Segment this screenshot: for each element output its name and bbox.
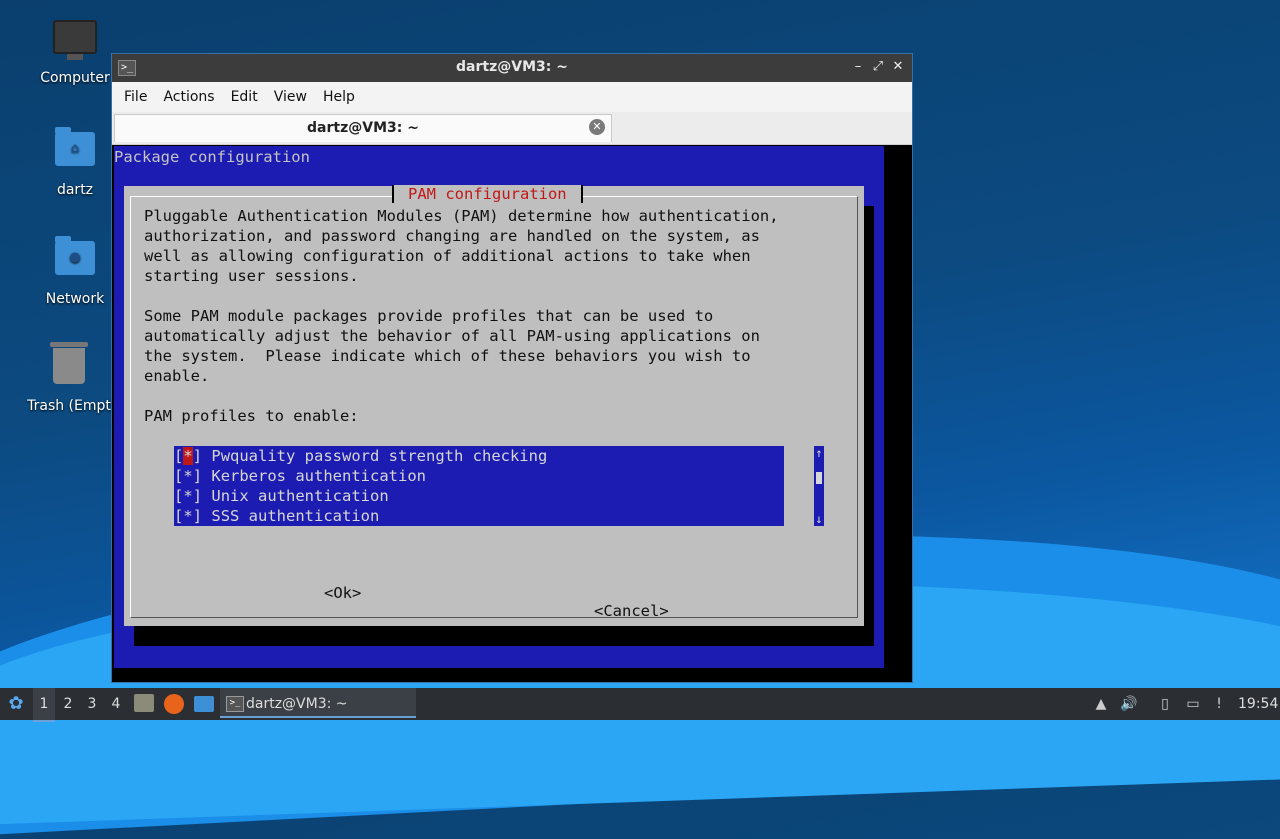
- cancel-button[interactable]: <Cancel>: [594, 602, 669, 620]
- dialog-description: Pluggable Authentication Modules (PAM) d…: [144, 207, 779, 425]
- workspace-3[interactable]: 3: [81, 688, 103, 720]
- dialog-title: PAM configuration: [392, 185, 583, 203]
- taskbar: ✿ 1 2 3 4 >_ dartz@VM3: ~ ▲ 🔊 ▯ ▭ ! 19:5…: [0, 688, 1280, 722]
- checklist-item[interactable]: [*] Kerberos authentication: [174, 466, 426, 486]
- scroll-down-arrow-icon[interactable]: ↓: [814, 512, 824, 526]
- menu-actions[interactable]: Actions: [155, 89, 222, 105]
- tab-close-icon[interactable]: ✕: [589, 119, 605, 135]
- computer-icon: [53, 20, 97, 64]
- close-button[interactable]: ✕: [890, 59, 906, 75]
- clock[interactable]: 19:54: [1238, 688, 1278, 720]
- minimize-button[interactable]: –: [850, 59, 866, 75]
- clipboard-icon[interactable]: ▯: [1156, 695, 1174, 713]
- scroll-thumb[interactable]: [816, 472, 822, 484]
- terminal-task-icon: >_: [226, 696, 244, 712]
- checklist-item[interactable]: [*] Unix authentication: [174, 486, 389, 506]
- terminal-window: >_ dartz@VM3: ~ – ⤢ ✕ File Actions Edit …: [111, 53, 913, 683]
- desktop-icon-trash[interactable]: Trash (Empt: [14, 342, 124, 414]
- firefox-icon[interactable]: [164, 694, 184, 714]
- checklist-item-label: Unix authentication: [211, 487, 389, 505]
- menu-edit[interactable]: Edit: [223, 89, 266, 105]
- home-folder-icon: ⌂: [53, 127, 97, 176]
- network-folder-icon: ●: [53, 236, 97, 285]
- tab-terminal[interactable]: dartz@VM3: ~ ✕: [114, 114, 612, 142]
- checklist-scrollbar[interactable]: ↑ ↓: [814, 446, 824, 526]
- tab-bar: dartz@VM3: ~ ✕: [112, 112, 912, 145]
- checkbox-mark[interactable]: *: [183, 447, 193, 465]
- taskbar-task-label: dartz@VM3: ~: [246, 696, 348, 712]
- checkbox-mark[interactable]: *: [183, 467, 192, 485]
- checklist-item[interactable]: [*] Pwquality password strength checking: [174, 446, 547, 466]
- pam-config-dialog: PAM configuration Pluggable Authenticati…: [124, 185, 864, 626]
- window-titlebar[interactable]: >_ dartz@VM3: ~ – ⤢ ✕: [112, 54, 912, 82]
- menubar: File Actions Edit View Help: [112, 82, 912, 112]
- show-desktop-icon[interactable]: [194, 696, 214, 712]
- workspace-2[interactable]: 2: [57, 688, 79, 720]
- notification-icon[interactable]: !: [1210, 695, 1228, 713]
- trash-icon: [47, 342, 91, 392]
- profile-checklist: [*] Pwquality password strength checking…: [174, 446, 784, 526]
- dialog-buttons: <Ok> <Cancel>: [124, 566, 864, 638]
- terminal-screen[interactable]: Package configuration PAM configuration …: [114, 146, 884, 668]
- checkbox-mark[interactable]: *: [183, 487, 192, 505]
- volume-icon[interactable]: 🔊: [1120, 695, 1138, 713]
- ok-button[interactable]: <Ok>: [324, 584, 361, 602]
- desktop-icon-label: Trash (Empt: [27, 398, 111, 414]
- file-manager-icon[interactable]: [134, 694, 154, 712]
- checklist-item-label: SSS authentication: [211, 507, 380, 525]
- workspace-1[interactable]: 1: [33, 688, 55, 722]
- taskbar-task-terminal[interactable]: >_ dartz@VM3: ~: [220, 688, 416, 718]
- menu-file[interactable]: File: [116, 89, 155, 105]
- workspace-4[interactable]: 4: [105, 688, 127, 720]
- window-title: dartz@VM3: ~: [456, 59, 568, 75]
- tray-arrow-icon[interactable]: ▲: [1092, 695, 1110, 713]
- menu-help[interactable]: Help: [315, 89, 363, 105]
- network-icon[interactable]: ▭: [1184, 695, 1202, 713]
- maximize-button[interactable]: ⤢: [870, 59, 886, 75]
- checkbox-mark[interactable]: *: [183, 507, 192, 525]
- checklist-item-label: Kerberos authentication: [211, 467, 426, 485]
- tab-label: dartz@VM3: ~: [307, 120, 419, 136]
- checklist-item-label: Pwquality password strength checking: [211, 447, 548, 465]
- scroll-up-arrow-icon[interactable]: ↑: [814, 446, 824, 460]
- checklist-item[interactable]: [*] SSS authentication: [174, 506, 379, 526]
- start-menu-icon[interactable]: ✿: [4, 688, 28, 720]
- menu-view[interactable]: View: [266, 89, 315, 105]
- whiptail-backtitle: Package configuration: [114, 148, 310, 166]
